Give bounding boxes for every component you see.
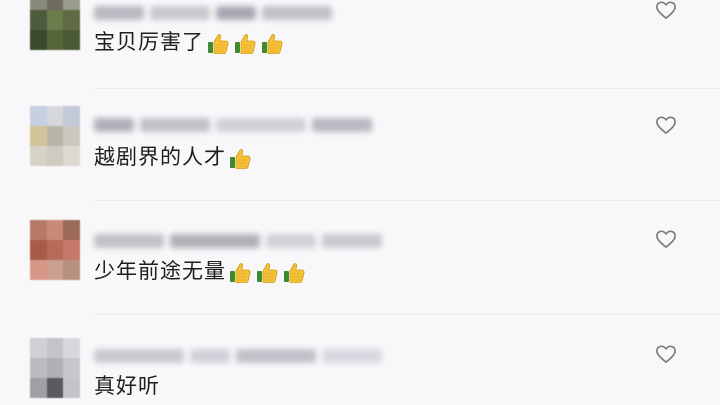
username-redaction-block xyxy=(262,6,332,20)
avatar-pixel xyxy=(46,146,64,166)
thumbs-up-icon xyxy=(228,261,252,285)
thumbs-up-icon xyxy=(255,261,279,285)
avatar-pixel xyxy=(30,260,47,280)
avatar-pixel xyxy=(63,240,80,260)
avatar-pixel xyxy=(63,338,80,358)
comment-list: 宝贝厉害了 越剧界的人才 少年前途无量 真好听 xyxy=(0,0,720,405)
heart-outline-icon[interactable] xyxy=(655,0,677,20)
heart-outline-icon[interactable] xyxy=(655,344,677,364)
avatar-pixel xyxy=(30,126,47,146)
avatar-pixel xyxy=(63,220,80,240)
avatar-pixel xyxy=(63,106,80,126)
comment-text-content: 宝贝厉害了 xyxy=(94,30,204,54)
username-redaction-block xyxy=(94,118,134,132)
comment-text: 真好听 xyxy=(94,372,160,400)
username-redaction-block xyxy=(266,234,316,248)
username-redaction-block xyxy=(312,118,372,132)
avatar-pixel xyxy=(30,358,47,378)
divider xyxy=(94,88,720,89)
avatar-pixel xyxy=(30,30,47,50)
thumbs-up-icon xyxy=(228,147,252,171)
username-blurred[interactable] xyxy=(94,230,388,252)
avatar-pixel xyxy=(30,240,47,260)
avatar-pixel xyxy=(30,338,47,358)
comment-text-content: 越剧界的人才 xyxy=(94,145,226,169)
avatar-pixel xyxy=(30,220,47,240)
avatar-pixel xyxy=(46,0,64,10)
avatar-pixel xyxy=(63,126,80,146)
username-redaction-block xyxy=(190,349,230,363)
avatar-pixel xyxy=(30,0,47,10)
avatar-pixel xyxy=(46,378,64,398)
avatar-pixel xyxy=(46,106,64,126)
avatar-pixel xyxy=(63,378,80,398)
thumbs-up-icon xyxy=(233,32,257,56)
avatar-pixel xyxy=(63,358,80,378)
username-redaction-block xyxy=(150,6,210,20)
avatar-pixel xyxy=(46,338,64,358)
username-redaction-block xyxy=(94,234,164,248)
thumbs-up-icon xyxy=(260,32,284,56)
avatar-pixel xyxy=(63,146,80,166)
username-redaction-block xyxy=(94,349,184,363)
avatar-pixel xyxy=(46,10,64,30)
emoji-group xyxy=(228,258,309,286)
avatar-mosaic xyxy=(30,220,80,280)
thumbs-up-icon xyxy=(206,32,230,56)
username-blurred[interactable] xyxy=(94,2,338,24)
comment-text: 宝贝厉害了 xyxy=(94,28,287,57)
avatar-mosaic xyxy=(30,106,80,166)
username-blurred[interactable] xyxy=(94,114,378,136)
emoji-group xyxy=(228,144,255,172)
avatar-pixel xyxy=(63,0,80,10)
avatar-pixel xyxy=(46,260,64,280)
comment-text-content: 少年前途无量 xyxy=(94,259,226,283)
avatar-mosaic xyxy=(30,338,80,398)
username-redaction-block xyxy=(236,349,316,363)
avatar-pixel xyxy=(63,10,80,30)
avatar-pixel xyxy=(46,240,64,260)
avatar-pixel xyxy=(46,358,64,378)
username-blurred[interactable] xyxy=(94,345,388,367)
username-redaction-block xyxy=(322,234,382,248)
avatar-mosaic xyxy=(30,0,80,50)
avatar-pixel xyxy=(30,106,47,126)
avatar-pixel xyxy=(46,126,64,146)
avatar-pixel xyxy=(46,30,64,50)
avatar-pixel xyxy=(30,146,47,166)
divider xyxy=(94,314,720,315)
avatar[interactable] xyxy=(30,338,80,398)
username-redaction-block xyxy=(322,349,382,363)
username-redaction-block xyxy=(140,118,210,132)
avatar[interactable] xyxy=(30,0,80,50)
avatar[interactable] xyxy=(30,106,80,166)
username-redaction-block xyxy=(216,6,256,20)
username-redaction-block xyxy=(94,6,144,20)
username-redaction-block xyxy=(216,118,306,132)
comment-text: 越剧界的人才 xyxy=(94,143,255,172)
comment-text: 少年前途无量 xyxy=(94,257,309,286)
heart-outline-icon[interactable] xyxy=(655,115,677,135)
thumbs-up-icon xyxy=(282,261,306,285)
heart-outline-icon[interactable] xyxy=(655,229,677,249)
divider xyxy=(94,200,720,201)
avatar-pixel xyxy=(30,378,47,398)
avatar-pixel xyxy=(46,220,64,240)
username-redaction-block xyxy=(170,234,260,248)
avatar-pixel xyxy=(63,260,80,280)
avatar-pixel xyxy=(63,30,80,50)
comment-text-content: 真好听 xyxy=(94,374,160,398)
emoji-group xyxy=(206,29,287,57)
avatar-pixel xyxy=(30,10,47,30)
avatar[interactable] xyxy=(30,220,80,280)
